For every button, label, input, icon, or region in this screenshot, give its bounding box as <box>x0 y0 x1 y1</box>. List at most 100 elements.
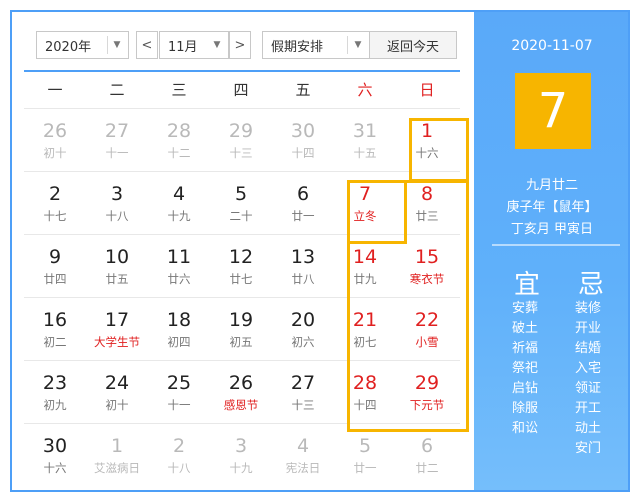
day-number: 13 <box>290 246 316 268</box>
holiday-select-value: 假期安排 <box>271 39 324 55</box>
day-cell[interactable]: 29 下元节 <box>396 361 458 423</box>
lunar-label: 二十 <box>229 209 253 223</box>
day-number: 15 <box>414 246 440 268</box>
day-cell[interactable]: 11 廿六 <box>148 235 210 297</box>
day-cell[interactable]: 27 十三 <box>272 361 334 423</box>
lunar-label: 十一 <box>105 146 129 160</box>
weekday-label: 五 <box>295 81 311 99</box>
lunar-label: 廿三 <box>415 209 439 223</box>
ji-item: 开工 <box>575 401 602 416</box>
day-cell[interactable]: 26 初十 <box>24 109 86 171</box>
chevron-down-icon: ▼ <box>354 40 362 50</box>
day-number: 26 <box>42 120 68 142</box>
day-number: 20 <box>290 309 316 331</box>
day-cell[interactable]: 22 小雪 <box>396 298 458 360</box>
day-number: 2 <box>48 183 62 205</box>
day-cell[interactable]: 28 十四 <box>334 361 396 423</box>
day-cell[interactable]: 6 廿一 <box>272 172 334 234</box>
day-cell[interactable]: 10 廿五 <box>86 235 148 297</box>
day-cell[interactable]: 28 十二 <box>148 109 210 171</box>
day-cell[interactable]: 7 立冬 <box>334 172 396 234</box>
weekday-label: 二 <box>109 81 125 99</box>
prev-month-button[interactable]: < <box>136 31 158 59</box>
ji-list: 装修 开业 结婚 入宅 领证 开工 动土 安门 <box>575 299 601 459</box>
lunar-label: 初七 <box>353 335 377 349</box>
day-cell[interactable]: 24 初十 <box>86 361 148 423</box>
day-number: 21 <box>352 309 378 331</box>
calendar-panel: 2020年 ▼ < 11月 ▼ > 假期安排 ▼ 返回今天 一二三四五六日 26… <box>12 12 472 490</box>
day-cell[interactable]: 25 十一 <box>148 361 210 423</box>
day-cell[interactable]: 21 初七 <box>334 298 396 360</box>
day-cell[interactable]: 23 初九 <box>24 361 86 423</box>
weekday-label: 一 <box>47 81 63 99</box>
day-cell[interactable]: 9 廿四 <box>24 235 86 297</box>
day-cell[interactable]: 2 十七 <box>24 172 86 234</box>
day-number: 19 <box>228 309 254 331</box>
day-cell[interactable]: 17 大学生节 <box>86 298 148 360</box>
lunar-label: 小雪 <box>415 335 439 349</box>
month-select[interactable]: 11月 ▼ <box>159 31 229 59</box>
day-number: 2 <box>172 435 186 457</box>
year-select[interactable]: 2020年 ▼ <box>36 31 129 59</box>
weekday-label: 日 <box>419 81 435 99</box>
yi-item: 和讼 <box>512 421 539 436</box>
day-cell[interactable]: 5 二十 <box>210 172 272 234</box>
lunar-label: 初五 <box>229 335 253 349</box>
day-number: 5 <box>358 435 372 457</box>
day-number: 28 <box>352 372 378 394</box>
day-cell[interactable]: 26 感恩节 <box>210 361 272 423</box>
ji-item: 装修 <box>575 301 602 316</box>
day-cell[interactable]: 30 十四 <box>272 109 334 171</box>
calendar-widget: 2020年 ▼ < 11月 ▼ > 假期安排 ▼ 返回今天 一二三四五六日 26… <box>10 10 630 492</box>
day-cell[interactable]: 8 廿三 <box>396 172 458 234</box>
day-cell[interactable]: 19 初五 <box>210 298 272 360</box>
day-cell[interactable]: 5 廿一 <box>334 424 396 486</box>
day-cell[interactable]: 4 宪法日 <box>272 424 334 486</box>
day-number: 11 <box>166 246 192 268</box>
day-cell[interactable]: 29 十三 <box>210 109 272 171</box>
day-cell[interactable]: 4 十九 <box>148 172 210 234</box>
calendar-week-row: 23 初九 24 初十 25 十一 26 感恩节 27 十三 28 十四 29 下元节 <box>24 360 460 423</box>
day-cell[interactable]: 3 十八 <box>86 172 148 234</box>
day-cell[interactable]: 1 艾滋病日 <box>86 424 148 486</box>
day-cell[interactable]: 12 廿七 <box>210 235 272 297</box>
day-cell[interactable]: 2 十八 <box>148 424 210 486</box>
weekday-label: 六 <box>357 81 373 99</box>
yi-item: 启钻 <box>512 381 539 396</box>
chevron-down-icon: ▼ <box>213 40 221 50</box>
day-cell[interactable]: 30 十六 <box>24 424 86 486</box>
ji-item: 开业 <box>575 321 602 336</box>
lunar-label: 十三 <box>291 398 315 412</box>
yi-item: 安葬 <box>512 301 539 316</box>
calendar-week-row: 9 廿四 10 廿五 11 廿六 12 廿七 13 廿八 14 廿九 15 寒衣节 <box>24 234 460 297</box>
next-month-button[interactable]: > <box>229 31 251 59</box>
day-cell[interactable]: 6 廿二 <box>396 424 458 486</box>
lunar-label: 十二 <box>167 146 191 160</box>
day-detail-panel: 2020-11-07 7 九月廿二 庚子年【鼠年】 丁亥月 甲寅日 宜 忌 安葬… <box>474 12 628 490</box>
day-cell[interactable]: 20 初六 <box>272 298 334 360</box>
day-number: 1 <box>420 120 434 142</box>
day-number: 30 <box>290 120 316 142</box>
day-cell[interactable]: 14 廿九 <box>334 235 396 297</box>
calendar-week-row: 16 初二 17 大学生节 18 初四 19 初五 20 初六 21 初七 22 小雪 <box>24 297 460 360</box>
ganzhi-month-day: 丁亥月 甲寅日 <box>510 222 594 237</box>
chevron-down-icon: ▼ <box>113 40 121 50</box>
day-cell[interactable]: 3 十九 <box>210 424 272 486</box>
day-cell[interactable]: 1 十六 <box>396 109 458 171</box>
day-number: 30 <box>42 435 68 457</box>
yi-item: 破土 <box>512 321 539 336</box>
holiday-select[interactable]: 假期安排 ▼ <box>262 31 370 59</box>
day-cell[interactable]: 13 廿八 <box>272 235 334 297</box>
day-cell[interactable]: 27 十一 <box>86 109 148 171</box>
calendar-toolbar: 2020年 ▼ < 11月 ▼ > 假期安排 ▼ 返回今天 <box>12 12 472 72</box>
day-cell[interactable]: 15 寒衣节 <box>396 235 458 297</box>
back-to-today-button[interactable]: 返回今天 <box>369 31 457 59</box>
day-cell[interactable]: 18 初四 <box>148 298 210 360</box>
ji-item: 领证 <box>575 381 602 396</box>
weekday-label: 三 <box>171 81 187 99</box>
day-cell[interactable]: 16 初二 <box>24 298 86 360</box>
yi-item: 祭祀 <box>512 361 539 376</box>
day-cell[interactable]: 31 十五 <box>334 109 396 171</box>
day-number: 28 <box>166 120 192 142</box>
yi-item: 祈福 <box>512 341 539 356</box>
